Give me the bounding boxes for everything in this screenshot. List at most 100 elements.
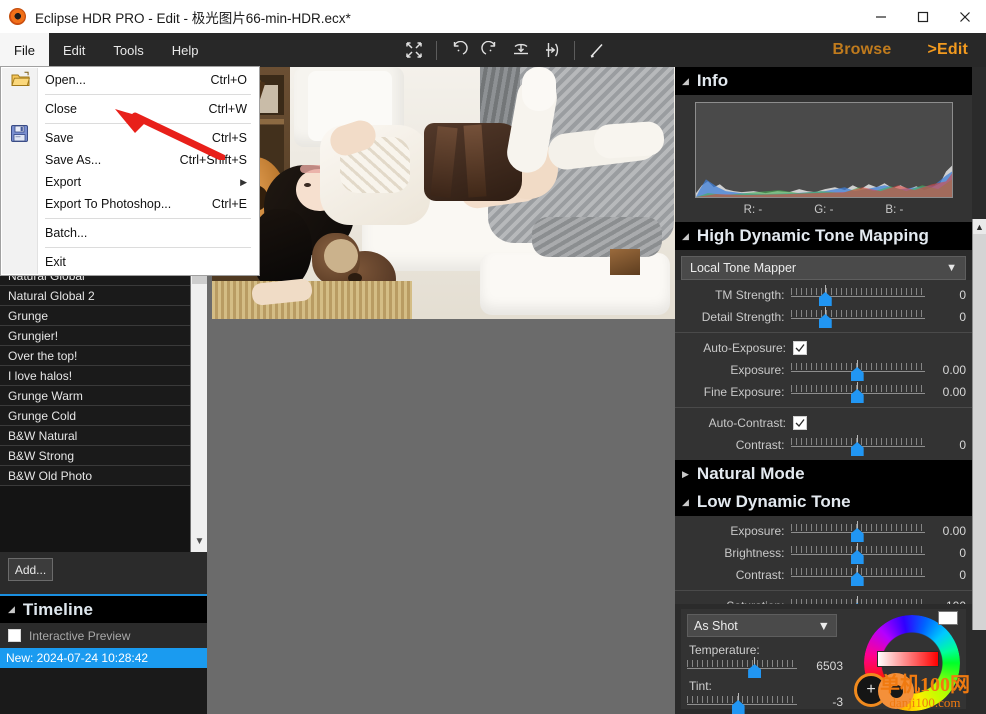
preview-image[interactable] — [212, 67, 675, 319]
interactive-preview-row[interactable]: Interactive Preview — [0, 623, 207, 648]
exposure-value: 0.00 — [942, 363, 966, 377]
collapse-triangle-icon[interactable]: ◢ — [682, 76, 689, 87]
menu-item-export[interactable]: Export ▶ — [1, 171, 259, 193]
expand-triangle-icon[interactable]: ▶ — [682, 469, 689, 480]
chevron-up-icon[interactable]: ▲ — [973, 219, 986, 234]
chevron-down-icon[interactable]: ▼ — [191, 533, 207, 550]
preset-scrollbar[interactable]: ▼ — [190, 266, 207, 552]
menu-item-save-label: Save — [45, 131, 74, 145]
preset-item[interactable]: Natural Global 2 — [0, 286, 190, 306]
collapse-triangle-icon[interactable]: ◢ — [8, 604, 15, 615]
preset-item[interactable]: Grungier! — [0, 326, 190, 346]
menu-help[interactable]: Help — [158, 33, 213, 67]
timeline-header[interactable]: ◢ Timeline — [0, 596, 207, 623]
menu-item-save[interactable]: Save Ctrl+S — [1, 127, 259, 149]
exposure-slider[interactable] — [791, 360, 925, 381]
hdtm-section-header[interactable]: ◢ High Dynamic Tone Mapping — [675, 222, 972, 250]
close-button[interactable] — [944, 0, 986, 33]
detail-strength-label: Detail Strength: — [701, 310, 785, 324]
add-preset-button[interactable]: Add... — [8, 558, 53, 581]
collapse-triangle-icon[interactable]: ◢ — [682, 497, 689, 508]
ldt-brightness-row[interactable]: Brightness: 0 — [675, 542, 972, 564]
timeline-version-item[interactable]: New: 2024-07-24 10:28:42 — [0, 648, 207, 668]
edit-button[interactable]: >Edit — [927, 41, 968, 59]
auto-exposure-checkbox[interactable] — [793, 341, 807, 355]
white-balance-swatch[interactable] — [938, 611, 958, 625]
collapse-triangle-icon[interactable]: ◢ — [682, 231, 689, 242]
preset-item[interactable]: B&W Natural — [0, 426, 190, 446]
auto-contrast-row[interactable]: Auto-Contrast: — [675, 412, 972, 434]
preset-item[interactable]: B&W Old Photo — [0, 466, 190, 486]
interactive-preview-checkbox[interactable] — [8, 629, 21, 642]
natural-mode-section-header[interactable]: ▶ Natural Mode — [675, 460, 972, 488]
g-label: G: — [814, 204, 827, 216]
minimize-button[interactable] — [860, 0, 902, 33]
menu-item-save-as[interactable]: Save As... Ctrl+Shift+S — [1, 149, 259, 171]
contrast-slider[interactable] — [791, 435, 925, 456]
tm-strength-row[interactable]: TM Strength: 0 — [675, 284, 972, 306]
auto-exposure-row[interactable]: Auto-Exposure: — [675, 337, 972, 359]
detail-strength-row[interactable]: Detail Strength: 0 — [675, 306, 972, 328]
chevron-down-icon[interactable]: ▼ — [818, 619, 830, 633]
white-balance-preset-select[interactable]: As Shot ▼ — [687, 614, 837, 637]
color-wheel-gradient-bar[interactable] — [877, 651, 939, 667]
exposure-row[interactable]: Exposure: 0.00 — [675, 359, 972, 381]
preset-add-area: Add... — [0, 552, 207, 588]
fine-exposure-slider[interactable] — [791, 382, 925, 403]
flip-horizontal-icon[interactable] — [538, 36, 566, 64]
menu-item-open[interactable]: Open... Ctrl+O — [1, 69, 259, 91]
menu-item-close-label: Close — [45, 102, 77, 116]
menu-item-close[interactable]: Close Ctrl+W — [1, 98, 259, 120]
detail-strength-slider[interactable] — [791, 307, 925, 328]
menu-edit[interactable]: Edit — [49, 33, 99, 67]
fit-screen-icon[interactable] — [400, 36, 428, 64]
preview-canvas[interactable] — [207, 67, 675, 714]
rotate-left-icon[interactable] — [445, 36, 473, 64]
preset-item[interactable]: Grunge — [0, 306, 190, 326]
ldt-contrast-slider[interactable] — [791, 565, 925, 586]
ldt-exposure-slider[interactable] — [791, 521, 925, 542]
menu-item-export-photoshop[interactable]: Export To Photoshop... Ctrl+E — [1, 193, 259, 215]
tm-strength-slider[interactable] — [791, 285, 925, 306]
menu-item-exit[interactable]: Exit — [1, 251, 259, 273]
contrast-row[interactable]: Contrast: 0 — [675, 434, 972, 456]
ldt-contrast-row[interactable]: Contrast: 0 — [675, 564, 972, 586]
ldt-exposure-row[interactable]: Exposure: 0.00 — [675, 520, 972, 542]
r-label: R: — [743, 204, 756, 216]
browse-button[interactable]: Browse — [832, 41, 891, 59]
preset-item[interactable]: Grunge Warm — [0, 386, 190, 406]
flip-vertical-icon[interactable] — [507, 36, 535, 64]
right-panel-scrollbar[interactable]: ▲ — [972, 219, 986, 630]
ldt-section-header[interactable]: ◢ Low Dynamic Tone — [675, 488, 972, 516]
preset-list[interactable]: Natural Global Natural Global 2 Grunge G… — [0, 266, 207, 552]
color-point-handle[interactable] — [878, 673, 914, 709]
menu-item-open-label: Open... — [45, 73, 86, 87]
fine-exposure-row[interactable]: Fine Exposure: 0.00 — [675, 381, 972, 403]
menu-file[interactable]: File — [0, 33, 49, 67]
temperature-slider[interactable] — [687, 657, 797, 678]
preset-item[interactable]: Grunge Cold — [0, 406, 190, 426]
hdtm-exposure-group: Auto-Exposure: Exposure: 0.00 Fine Expos… — [675, 333, 972, 407]
eclipse-logo-icon — [9, 8, 26, 25]
rotate-right-icon[interactable] — [476, 36, 504, 64]
preset-item[interactable]: B&W Strong — [0, 446, 190, 466]
chevron-down-icon[interactable]: ▼ — [946, 262, 957, 274]
ldt-brightness-slider[interactable] — [791, 543, 925, 564]
file-menu-dropdown[interactable]: Open... Ctrl+O Close Ctrl+W Save Ctrl+S … — [0, 66, 260, 276]
auto-contrast-checkbox[interactable] — [793, 416, 807, 430]
hdtm-contrast-group: Auto-Contrast: Contrast: 0 — [675, 408, 972, 460]
timeline-list-body[interactable] — [0, 668, 207, 714]
preset-item[interactable]: I love halos! — [0, 366, 190, 386]
tone-mapper-select[interactable]: Local Tone Mapper ▼ — [681, 256, 966, 280]
hdtm-strength-group: TM Strength: 0 Detail Strength: 0 — [675, 280, 972, 332]
tint-slider[interactable] — [687, 693, 797, 714]
menu-tools[interactable]: Tools — [99, 33, 157, 67]
auto-exposure-label: Auto-Exposure: — [703, 341, 786, 355]
menu-item-batch[interactable]: Batch... — [1, 222, 259, 244]
brush-icon[interactable] — [583, 36, 611, 64]
b-value: - — [899, 204, 904, 216]
info-section-header[interactable]: ◢ Info — [675, 67, 972, 95]
ldt-contrast-label: Contrast: — [735, 568, 785, 582]
maximize-button[interactable] — [902, 0, 944, 33]
preset-item[interactable]: Over the top! — [0, 346, 190, 366]
